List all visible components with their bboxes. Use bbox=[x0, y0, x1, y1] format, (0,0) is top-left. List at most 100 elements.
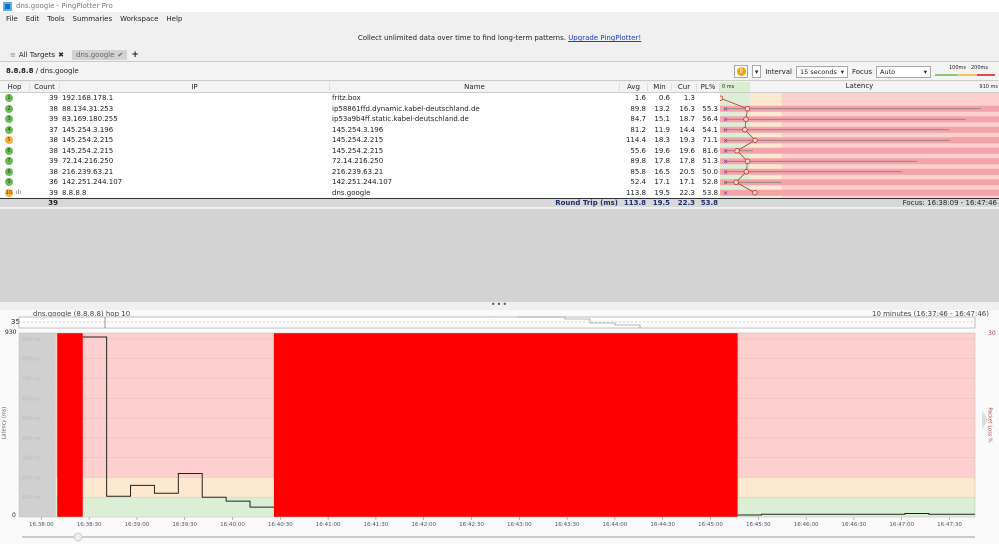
cell-min: 11.9 bbox=[654, 125, 670, 134]
cell-cur: 17.1 bbox=[679, 178, 695, 187]
y-grid-label: 500 ms bbox=[22, 416, 41, 422]
table-header: Hop Count IP Name Avg Min Cur PL% 0 ms L… bbox=[0, 82, 999, 93]
cell-count: 39 bbox=[49, 188, 58, 197]
x-tick-label: 16:40:00 bbox=[220, 522, 245, 528]
latency-header-label: Latency bbox=[845, 82, 874, 90]
loss-marker-icon: × bbox=[723, 158, 728, 165]
summary-count: 39 bbox=[48, 199, 58, 207]
avg-point bbox=[752, 190, 758, 196]
col-count[interactable]: Count bbox=[30, 83, 60, 91]
x-tick-label: 16:41:00 bbox=[316, 522, 341, 528]
cell-count: 39 bbox=[49, 157, 58, 166]
col-pl[interactable]: PL% bbox=[697, 83, 720, 91]
loss-marker-icon: × bbox=[723, 169, 728, 176]
tab-all-targets[interactable]: ≡ All Targets ✖ bbox=[6, 50, 68, 60]
cell-count: 39 bbox=[49, 94, 58, 103]
x-tick-label: 16:43:30 bbox=[555, 522, 580, 528]
tab-bar: ≡ All Targets ✖ dns.google ✔ + bbox=[0, 48, 999, 62]
col-min[interactable]: Min bbox=[648, 83, 672, 91]
cell-min: 19.5 bbox=[654, 188, 670, 197]
loss-marker-icon: × bbox=[723, 190, 728, 197]
pause-button[interactable]: ll bbox=[734, 65, 749, 78]
cell-name: dns.google bbox=[332, 188, 371, 197]
cell-avg: 114.4 bbox=[625, 136, 646, 145]
close-icon[interactable]: ✖ bbox=[58, 51, 64, 59]
x-tick-label: 16:47:30 bbox=[937, 522, 962, 528]
packet-loss-bar bbox=[57, 333, 83, 517]
splitter-handle[interactable]: ••• bbox=[0, 301, 999, 310]
title-bar: dns.google - PingPlotter Pro bbox=[0, 0, 999, 12]
hop-status-badge: 2 bbox=[5, 104, 13, 113]
summary-min: 19.5 bbox=[652, 199, 670, 207]
tab-label: All Targets bbox=[18, 50, 56, 59]
cell-avg: 52.4 bbox=[630, 178, 646, 187]
upgrade-link[interactable]: Upgrade PingPlotter! bbox=[568, 34, 641, 42]
x-tick-label: 16:42:00 bbox=[411, 522, 436, 528]
cell-ip: 145.254.2.215 bbox=[62, 136, 114, 145]
menu-tools[interactable]: Tools bbox=[47, 15, 64, 23]
y-grid-label: 700 ms bbox=[22, 377, 41, 383]
x-tick-label: 16:43:00 bbox=[507, 522, 532, 528]
y-grid-label: 900 ms bbox=[22, 337, 41, 343]
banner-text: Collect unlimited data over time to find… bbox=[357, 34, 566, 42]
menu-summaries[interactable]: Summaries bbox=[73, 15, 113, 23]
menu-file[interactable]: File bbox=[6, 15, 18, 23]
x-tick-label: 16:38:30 bbox=[77, 522, 102, 528]
cell-count: 37 bbox=[49, 125, 58, 134]
cell-avg: 84.7 bbox=[630, 115, 646, 124]
cell-name: fritz.box bbox=[332, 94, 361, 103]
loss-marker-icon: × bbox=[723, 179, 728, 186]
col-avg[interactable]: Avg bbox=[620, 83, 648, 91]
menu-edit[interactable]: Edit bbox=[26, 15, 40, 23]
col-cur[interactable]: Cur bbox=[672, 83, 697, 91]
cell-name: ip53a9b4ff.static.kabel-deutschland.de bbox=[332, 115, 469, 124]
cell-avg: 55.6 bbox=[630, 146, 646, 155]
packet-loss-bar bbox=[720, 189, 999, 196]
trace-table: Hop Count IP Name Avg Min Cur PL% 0 ms L… bbox=[0, 82, 999, 207]
tab-label: dns.google bbox=[75, 50, 115, 59]
cell-name: 145.254.2.215 bbox=[332, 146, 384, 155]
x-tick-label: 16:41:30 bbox=[364, 522, 389, 528]
cell-ip: 88.134.31.253 bbox=[62, 104, 114, 113]
col-hop[interactable]: Hop bbox=[0, 83, 30, 91]
cell-min: 15.1 bbox=[654, 115, 670, 124]
avg-point bbox=[744, 106, 751, 112]
summary-label: Round Trip (ms) bbox=[555, 199, 618, 207]
graph-icon[interactable]: ılı bbox=[16, 189, 21, 196]
expand-panel-icon bbox=[982, 410, 988, 430]
latency-scale-legend: 100ms 200ms bbox=[935, 65, 995, 79]
y-grid-label: 100 ms bbox=[22, 495, 41, 501]
focus-select[interactable]: Auto ▾ bbox=[876, 65, 931, 78]
cell-min: 17.8 bbox=[654, 157, 670, 166]
window-title: dns.google - PingPlotter Pro bbox=[16, 2, 113, 10]
focus-value: Auto bbox=[880, 67, 896, 76]
hop-status-badge: 7 bbox=[5, 157, 13, 166]
cell-cur: 19.3 bbox=[679, 136, 695, 145]
menu-workspace[interactable]: Workspace bbox=[120, 15, 158, 23]
packet-loss-bar bbox=[720, 147, 999, 154]
menu-help[interactable]: Help bbox=[166, 15, 182, 23]
hop-status-badge: 8 bbox=[5, 167, 13, 176]
latency-chart[interactable]: 900 ms 800 ms 700 ms 600 ms 500 ms 400 ms 300 … bbox=[0, 310, 999, 544]
summary-avg: 113.8 bbox=[623, 199, 646, 207]
cell-min: 13.2 bbox=[654, 104, 670, 113]
scale-200-label: 200ms bbox=[971, 64, 989, 71]
tab-dns-google[interactable]: dns.google ✔ bbox=[71, 49, 128, 60]
summary-pl: 53.8 bbox=[700, 199, 718, 207]
interval-select[interactable]: 15 seconds ▾ bbox=[796, 65, 848, 78]
loss-marker-icon: × bbox=[723, 106, 728, 113]
cell-ip: 8.8.8.8 bbox=[62, 188, 87, 197]
col-name[interactable]: Name bbox=[330, 83, 620, 91]
latency-min-label: 0 ms bbox=[722, 84, 735, 90]
cell-ip: 145.254.2.215 bbox=[62, 146, 114, 155]
hop-status-badge: 6 bbox=[5, 146, 13, 155]
add-tab-button[interactable]: + bbox=[131, 50, 139, 60]
scrollbar-handle bbox=[73, 532, 83, 542]
col-latency[interactable]: 0 ms Latency 910 ms bbox=[720, 82, 999, 92]
cell-pl: 56.4 bbox=[702, 115, 718, 124]
col-ip[interactable]: IP bbox=[60, 83, 330, 91]
cell-cur: 22.3 bbox=[679, 188, 695, 197]
upgrade-banner: Collect unlimited data over time to find… bbox=[0, 30, 999, 46]
pause-dropdown-button[interactable]: ▾ bbox=[752, 65, 762, 78]
cell-name: 216.239.63.21 bbox=[332, 167, 384, 176]
